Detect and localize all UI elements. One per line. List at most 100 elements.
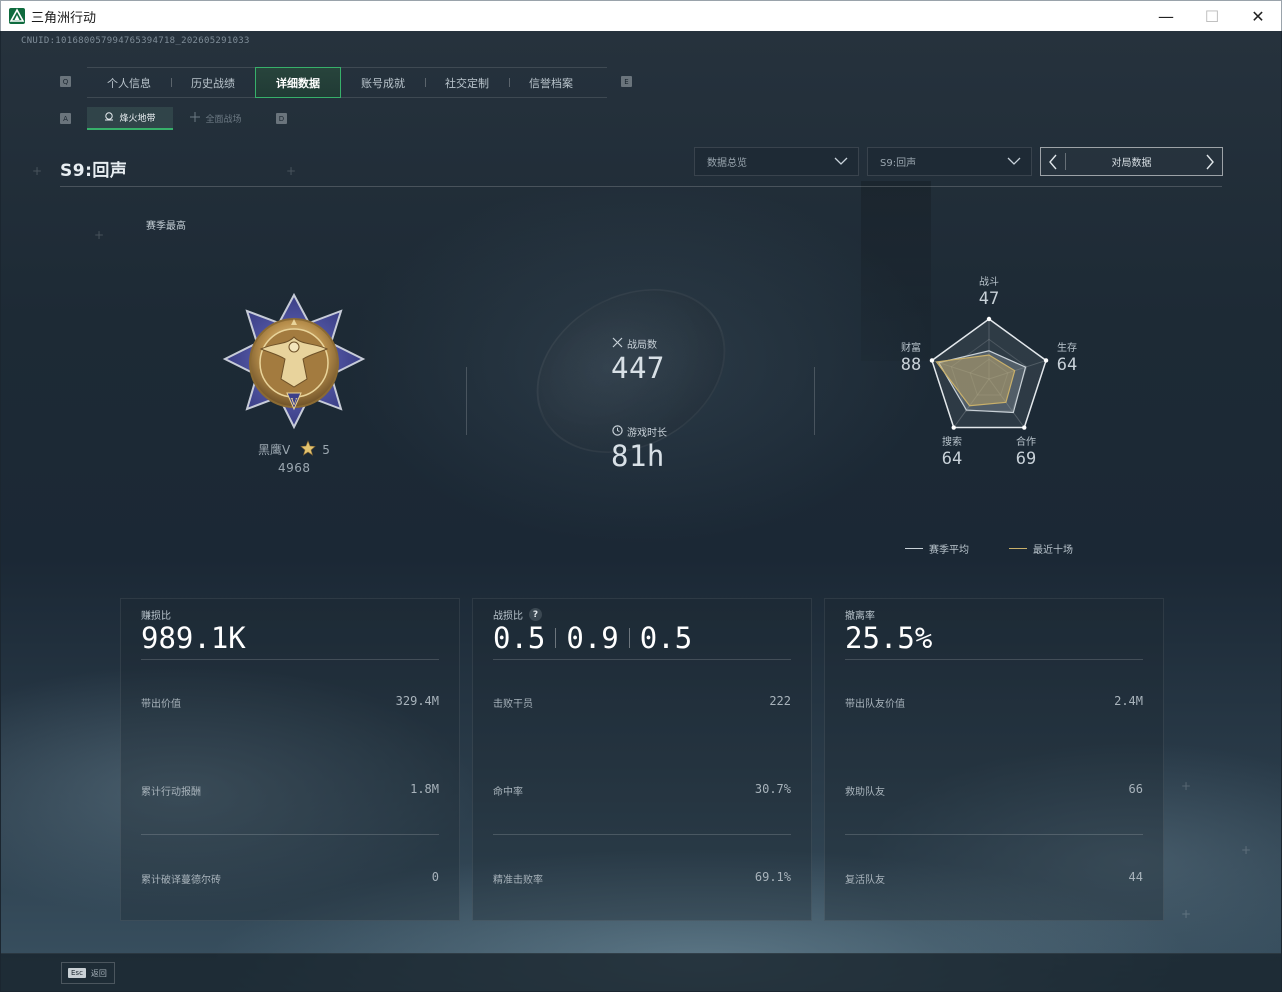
match-data-label[interactable]: 对局数据: [1112, 154, 1152, 169]
minimize-button[interactable]: —: [1143, 1, 1189, 31]
row-value: 1.8M: [410, 782, 439, 796]
row-label: 击败干员: [493, 699, 533, 710]
legend-recent: 最近十场: [1009, 541, 1073, 556]
back-button[interactable]: Esc 返回: [61, 962, 115, 984]
row-value: 66: [1128, 782, 1143, 796]
row-label: 累计行动报酬: [141, 787, 201, 798]
chevron-left-icon[interactable]: [1047, 154, 1059, 173]
value-separator: [628, 628, 630, 648]
dropdown-value: 数据总览: [707, 158, 747, 169]
hotkey-q: Q: [60, 76, 71, 87]
radar-vertex-dot: [951, 425, 956, 430]
game-screen: CNUID:101680057994765394718_202605291033…: [1, 31, 1281, 991]
card-divider: [493, 659, 791, 660]
legend-label: 赛季平均: [929, 545, 969, 556]
rank-name: 黑鹰V: [258, 443, 291, 457]
dropdown-value: S9:回声: [880, 158, 917, 169]
rank-badge-icon: V: [221, 292, 367, 437]
card-divider: [845, 659, 1143, 660]
radar-value-cooperation: 69: [1015, 449, 1037, 469]
legend-swatch: [1009, 548, 1027, 549]
user-uid: CNUID:101680057994765394718_202605291033: [21, 36, 250, 46]
legend-swatch: [905, 548, 923, 549]
back-label: 返回: [90, 968, 107, 978]
radar-vertex-dot: [986, 316, 992, 322]
row-label: 累计破译蔓德尔砖: [141, 875, 221, 886]
playtime-value: 81h: [611, 439, 665, 473]
overview-dropdown[interactable]: 数据总览: [694, 147, 859, 176]
season-dropdown[interactable]: S9:回声: [867, 147, 1032, 176]
radar-value-search: 64: [941, 449, 963, 469]
star-icon: [300, 440, 316, 459]
match-data-navigator: 对局数据: [1040, 147, 1223, 176]
row-value: 329.4M: [395, 694, 439, 708]
radar-label-cooperation: 合作: [1016, 437, 1036, 448]
chevron-right-icon[interactable]: [1204, 154, 1216, 173]
row-label: 复活队友: [845, 875, 885, 886]
tab-credit-record[interactable]: 信誉档案: [509, 67, 593, 98]
row-value: 44: [1128, 870, 1143, 884]
matches-value: 447: [611, 351, 665, 385]
radar-label-survival: 生存: [1057, 343, 1077, 354]
radar-label-wealth: 财富: [901, 343, 921, 354]
chevron-down-icon: [834, 154, 848, 171]
card-title: 撤离率: [845, 611, 875, 622]
row-value: 30.7%: [754, 782, 791, 796]
playtime-label-row: 游戏时长: [612, 424, 667, 439]
card-main-values: 0.5 0.9 0.5: [493, 621, 692, 655]
rank-stars: 5: [322, 442, 330, 457]
subtab-full-battlefield[interactable]: 全面战场: [173, 107, 259, 130]
row-label: 带出队友价值: [845, 699, 905, 710]
sub-tab-bar: 烽火地带 全面战场: [87, 107, 259, 130]
crossed-swords-icon: [612, 337, 623, 351]
value-separator: [555, 628, 557, 648]
row-value: 222: [769, 694, 791, 708]
hotkey-a: A: [60, 113, 71, 124]
decor-plus: +: [286, 164, 297, 178]
radar-label-search: 搜索: [942, 437, 962, 448]
window-title: 三角洲行动: [31, 10, 97, 26]
card-title: 战损比: [493, 611, 523, 622]
tab-match-history[interactable]: 历史战绩: [171, 67, 255, 98]
kd-value: 0.9: [566, 621, 619, 655]
tab-personal-info[interactable]: 个人信息: [87, 67, 171, 98]
nav-separator: [1065, 153, 1066, 170]
row-label: 带出价值: [141, 699, 181, 710]
card-divider: [845, 834, 1143, 835]
chevron-down-icon: [1007, 154, 1021, 171]
playtime-label: 游戏时长: [627, 428, 667, 439]
card-extraction-rate: 撤离率 25.5% 带出队友价值 2.4M 救助队友 66 复活队友 44: [824, 598, 1164, 921]
matches-label-row: 战局数: [612, 336, 657, 351]
card-title-row: 战损比 ?: [493, 607, 542, 622]
main-tab-bar: 个人信息 历史战绩 详细数据 账号成就 社交定制 信誉档案: [87, 67, 607, 98]
divider: [466, 367, 467, 435]
tab-detailed-data[interactable]: 详细数据: [255, 67, 341, 98]
row-label: 命中率: [493, 787, 523, 798]
hotkey-e: E: [621, 76, 632, 87]
help-icon[interactable]: ?: [529, 608, 542, 621]
maximize-button[interactable]: ☐: [1189, 1, 1235, 31]
radar-value-combat: 47: [978, 289, 1000, 309]
clock-icon: [612, 424, 623, 439]
rank-name-row: 黑鹰V 5: [258, 440, 330, 459]
subtab-label: 全面战场: [205, 115, 242, 125]
close-button[interactable]: ✕: [1235, 1, 1281, 31]
season-best-heading: 赛季最高: [146, 221, 186, 232]
svg-text:V: V: [290, 398, 298, 408]
bottom-bar: Esc 返回: [1, 953, 1281, 991]
tab-achievements[interactable]: 账号成就: [341, 67, 425, 98]
card-title: 赚损比: [141, 611, 171, 622]
radar-label-combat: 战斗: [979, 277, 999, 288]
card-divider: [141, 659, 439, 660]
card-kd-ratio: 战损比 ? 0.5 0.9 0.5 击败干员 222 命中率 30.7% 精准击…: [472, 598, 812, 921]
row-value: 69.1%: [754, 870, 791, 884]
decor-plus: +: [32, 164, 43, 178]
section-divider: [60, 186, 1222, 187]
card-divider: [493, 834, 791, 835]
tab-social-custom[interactable]: 社交定制: [425, 67, 509, 98]
rank-star-group: 5: [300, 440, 330, 459]
season-title: S9:回声: [60, 161, 128, 181]
matches-label: 战局数: [627, 340, 657, 351]
subtab-hazard-zone[interactable]: 烽火地带: [87, 107, 173, 130]
crosshair-icon: [190, 112, 201, 125]
